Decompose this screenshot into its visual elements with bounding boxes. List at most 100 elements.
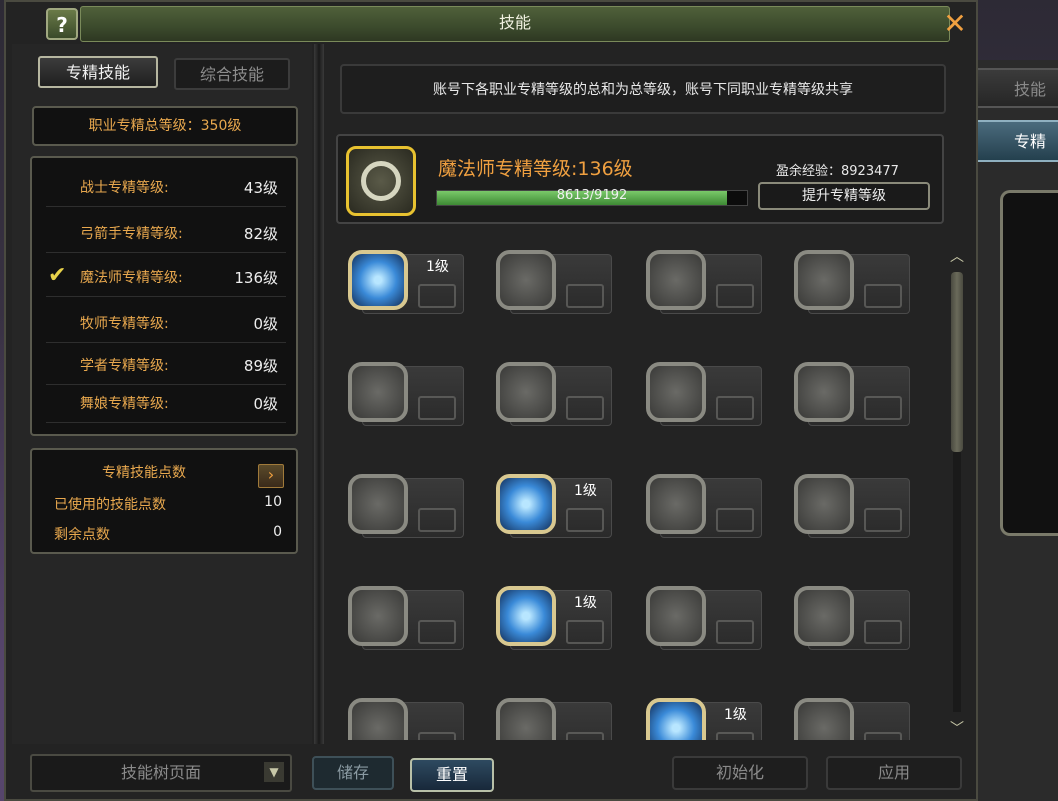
skill-slot[interactable] <box>348 698 464 740</box>
class-level: 82级 <box>243 225 278 243</box>
chevron-down-icon[interactable]: ▼ <box>264 762 284 782</box>
sparkle-icon[interactable] <box>794 474 854 534</box>
class-row[interactable]: 战士专精等级: 43级 <box>46 170 286 207</box>
mage-emblem-icon <box>346 146 416 216</box>
star-icon[interactable] <box>348 250 408 310</box>
class-name: 舞娘专精等级: <box>80 396 169 412</box>
skill-slot[interactable] <box>496 250 612 316</box>
skill-slot[interactable] <box>348 474 464 540</box>
skill-slot[interactable] <box>496 362 612 428</box>
blue-fire-icon[interactable] <box>646 698 706 740</box>
skill-book-icon <box>716 284 754 308</box>
scroll-thumb[interactable] <box>951 272 963 452</box>
class-row[interactable]: ✔ 魔法师专精等级: 136级 <box>46 260 286 297</box>
used-points-row: 已使用的技能点数 10 <box>54 494 282 514</box>
skill-slot[interactable] <box>646 362 762 428</box>
exp-progress-bar: 8613/9192 <box>436 188 748 206</box>
checkmark-icon: ✔ <box>48 263 67 288</box>
skill-slot[interactable] <box>794 250 910 316</box>
class-name: 牧师专精等级: <box>80 316 169 332</box>
skill-slot[interactable]: 1级 <box>348 250 464 316</box>
help-button[interactable]: ? <box>46 8 78 40</box>
side-tab-skills[interactable]: 技能 <box>972 68 1058 108</box>
side-tab-mastery[interactable]: 专精 <box>972 120 1058 162</box>
surplus-exp: 盈余经验：8923477 <box>776 164 899 179</box>
skill-level: 1级 <box>426 259 449 275</box>
fist-icon[interactable] <box>496 250 556 310</box>
initialize-button[interactable]: 初始化 <box>672 756 808 790</box>
skill-points-title: 专精技能点数 <box>102 465 186 481</box>
skill-book-icon <box>566 284 604 308</box>
skill-book-icon <box>864 732 902 740</box>
skill-slot[interactable] <box>496 698 612 740</box>
skill-slot[interactable] <box>348 586 464 652</box>
background-frame <box>1000 190 1058 536</box>
skill-level: 1级 <box>724 707 747 723</box>
skill-slot[interactable] <box>348 362 464 428</box>
runner-icon[interactable] <box>496 474 556 534</box>
class-name: 学者专精等级: <box>80 358 169 374</box>
skill-slot[interactable] <box>794 474 910 540</box>
claw-icon[interactable] <box>646 586 706 646</box>
skill-book-icon <box>716 620 754 644</box>
burst-icon[interactable] <box>348 362 408 422</box>
cloud-icon[interactable] <box>348 698 408 740</box>
remaining-points-value: 0 <box>273 524 282 540</box>
skill-slot[interactable] <box>646 250 762 316</box>
skill-book-icon <box>864 396 902 420</box>
skill-book-icon <box>418 508 456 532</box>
hand-icon[interactable] <box>646 250 706 310</box>
close-button[interactable]: ✕ <box>940 10 970 40</box>
column-divider <box>314 44 324 744</box>
skill-tree-page-dropdown[interactable]: 技能树页面 ▼ <box>30 754 292 792</box>
class-row[interactable]: 弓箭手专精等级: 82级 <box>46 216 286 253</box>
skill-slot[interactable] <box>794 698 910 740</box>
skill-slot[interactable] <box>794 586 910 652</box>
skill-scrollbar[interactable]: ︿ ﹀ <box>948 248 966 740</box>
wind-icon[interactable] <box>348 474 408 534</box>
skill-points-panel: 专精技能点数 › 已使用的技能点数 10 剩余点数 0 <box>30 448 298 554</box>
skill-slot[interactable] <box>794 362 910 428</box>
paw-icon[interactable] <box>794 698 854 740</box>
orb-icon[interactable] <box>348 586 408 646</box>
apply-button[interactable]: 应用 <box>826 756 962 790</box>
skill-level: 1级 <box>574 595 597 611</box>
scroll-down-icon[interactable]: ﹀ <box>948 720 966 738</box>
tab-mastery-skills[interactable]: 专精技能 <box>38 56 158 88</box>
skill-slot[interactable] <box>646 474 762 540</box>
class-name: 魔法师专精等级: <box>80 270 183 286</box>
palm-icon[interactable] <box>496 698 556 740</box>
remaining-points-label: 剩余点数 <box>54 527 110 543</box>
class-level-list: 战士专精等级: 43级 弓箭手专精等级: 82级 ✔ 魔法师专精等级: 136级 牧师专精等级… <box>30 156 298 436</box>
reset-button[interactable]: 重置 <box>410 758 494 792</box>
skill-slot[interactable]: 1级 <box>646 698 762 740</box>
skull-icon[interactable] <box>794 250 854 310</box>
skill-slot[interactable]: 1级 <box>496 474 612 540</box>
flame-icon[interactable] <box>496 586 556 646</box>
mask-icon[interactable] <box>794 586 854 646</box>
used-points-value: 10 <box>264 494 282 510</box>
skill-slot[interactable] <box>646 586 762 652</box>
class-header-panel <box>336 134 944 224</box>
skill-book-icon <box>864 284 902 308</box>
mp-icon[interactable] <box>794 362 854 422</box>
swirl-icon[interactable] <box>646 362 706 422</box>
scroll-up-icon[interactable]: ︿ <box>948 248 966 266</box>
class-mastery-title: 魔法师专精等级:136级 <box>438 158 633 180</box>
skill-book-icon <box>864 620 902 644</box>
class-row[interactable]: 舞娘专精等级: 0级 <box>46 386 286 423</box>
skill-points-arrow-button[interactable]: › <box>258 464 284 488</box>
used-points-label: 已使用的技能点数 <box>54 497 166 513</box>
skill-book-icon <box>864 508 902 532</box>
total-level: 职业专精总等级：350级 <box>32 106 298 146</box>
class-row[interactable]: 学者专精等级: 89级 <box>46 348 286 385</box>
flower-icon[interactable] <box>496 362 556 422</box>
levelup-mastery-button[interactable]: 提升专精等级 <box>758 182 930 210</box>
tab-general-skills[interactable]: 综合技能 <box>174 58 290 90</box>
skill-book-icon <box>566 620 604 644</box>
class-row[interactable]: 牧师专精等级: 0级 <box>46 306 286 343</box>
skill-slot[interactable]: 1级 <box>496 586 612 652</box>
creature-icon[interactable] <box>646 474 706 534</box>
save-button[interactable]: 储存 <box>312 756 394 790</box>
skill-book-icon <box>418 732 456 740</box>
